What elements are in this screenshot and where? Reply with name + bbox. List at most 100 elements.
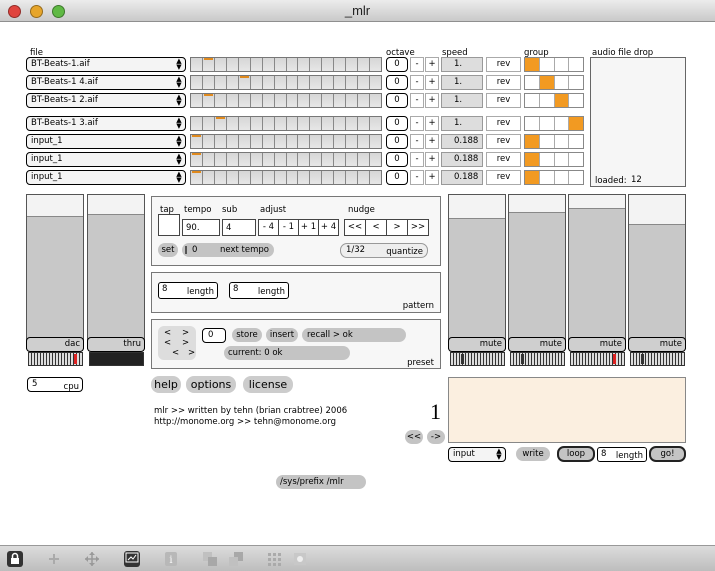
adjust-tempo-button[interactable]: + 4: [318, 219, 339, 236]
step-cell[interactable]: [346, 171, 359, 184]
reverse-button[interactable]: rev: [486, 152, 521, 167]
mute-button[interactable]: mute: [448, 337, 506, 352]
step-cell[interactable]: [358, 94, 371, 107]
step-cell[interactable]: [286, 135, 299, 148]
file-menu[interactable]: BT-Beats-1 4.aif ▲ ▼: [26, 75, 186, 90]
step-grid[interactable]: [190, 75, 382, 90]
step-cell[interactable]: [310, 76, 323, 89]
step-grid[interactable]: [190, 116, 382, 131]
octave-value[interactable]: 0: [386, 93, 408, 108]
step-grid[interactable]: [190, 93, 382, 108]
add-object-icon[interactable]: [46, 551, 62, 567]
options-button[interactable]: options: [186, 376, 236, 393]
recall-button[interactable]: recall > ok: [302, 328, 406, 342]
lock-icon[interactable]: [7, 551, 23, 567]
set-button[interactable]: set: [158, 243, 178, 257]
step-cell[interactable]: [322, 76, 335, 89]
tap-button[interactable]: [158, 214, 180, 236]
step-cell[interactable]: [191, 58, 203, 71]
group-cell[interactable]: [569, 76, 583, 89]
step-cell[interactable]: [226, 94, 239, 107]
pattern-length-1[interactable]: 8 length: [158, 282, 218, 299]
step-cell[interactable]: [370, 76, 381, 89]
step-cell[interactable]: [370, 94, 381, 107]
step-cell[interactable]: [322, 94, 335, 107]
step-cell[interactable]: [226, 58, 239, 71]
group-cell[interactable]: [554, 171, 570, 184]
step-cell[interactable]: [250, 94, 263, 107]
step-cell[interactable]: [202, 135, 215, 148]
group-cell[interactable]: [525, 135, 540, 148]
group-cell[interactable]: [539, 153, 555, 166]
step-cell[interactable]: [214, 171, 227, 184]
speed-value[interactable]: 1.: [441, 116, 483, 131]
step-cell[interactable]: [274, 171, 287, 184]
group-selector[interactable]: [524, 116, 584, 131]
group-cell[interactable]: [554, 135, 570, 148]
step-cell[interactable]: [370, 117, 381, 130]
group-cell[interactable]: [525, 94, 540, 107]
mute-button[interactable]: mute: [568, 337, 626, 352]
next-tempo-box[interactable]: 0 next tempo: [182, 243, 274, 257]
step-cell[interactable]: [370, 135, 381, 148]
audio-file-drop-zone[interactable]: loaded: 12: [590, 57, 686, 187]
step-cell[interactable]: [238, 58, 251, 71]
channel-fader[interactable]: [568, 194, 626, 349]
step-cell[interactable]: [274, 117, 287, 130]
step-cell[interactable]: [322, 117, 335, 130]
group-selector[interactable]: [524, 75, 584, 90]
step-cell[interactable]: [226, 135, 239, 148]
license-button[interactable]: license: [243, 376, 293, 393]
mute-button[interactable]: mute: [628, 337, 686, 352]
step-cell[interactable]: [346, 94, 359, 107]
step-cell[interactable]: [358, 76, 371, 89]
reverse-button[interactable]: rev: [486, 93, 521, 108]
speed-value[interactable]: 1.: [441, 93, 483, 108]
step-cell[interactable]: [191, 117, 203, 130]
step-cell[interactable]: [226, 171, 239, 184]
step-cell[interactable]: [322, 58, 335, 71]
step-cell[interactable]: [310, 94, 323, 107]
group-cell[interactable]: [569, 94, 583, 107]
pattern-length-2[interactable]: 8 length: [229, 282, 289, 299]
bring-front-icon[interactable]: [202, 551, 218, 567]
step-cell[interactable]: [250, 58, 263, 71]
group-cell[interactable]: [554, 153, 570, 166]
file-menu[interactable]: BT-Beats-1 2.aif ▲ ▼: [26, 93, 186, 108]
group-selector[interactable]: [524, 170, 584, 185]
dac-button[interactable]: dac: [26, 337, 84, 352]
step-cell[interactable]: [214, 76, 227, 89]
store-button[interactable]: store: [232, 328, 262, 342]
step-cell[interactable]: [322, 171, 335, 184]
reverse-button[interactable]: rev: [486, 170, 521, 185]
step-cell[interactable]: [358, 117, 371, 130]
step-cell[interactable]: [310, 58, 323, 71]
octave-value[interactable]: 0: [386, 170, 408, 185]
group-cell[interactable]: [569, 135, 583, 148]
octave-value[interactable]: 0: [386, 134, 408, 149]
step-cell[interactable]: [202, 58, 215, 71]
step-cell[interactable]: [298, 58, 311, 71]
thru-fader[interactable]: [87, 194, 145, 349]
dac-fader[interactable]: [26, 194, 84, 349]
step-cell[interactable]: [370, 58, 381, 71]
step-cell[interactable]: [262, 76, 275, 89]
grid-icon[interactable]: [266, 551, 282, 567]
step-cell[interactable]: [262, 135, 275, 148]
group-cell[interactable]: [539, 76, 555, 89]
file-menu[interactable]: input_1 ▲ ▼: [26, 152, 186, 167]
step-cell[interactable]: [238, 94, 251, 107]
octave-down-button[interactable]: -: [410, 93, 424, 108]
recorder-next-button[interactable]: ->: [427, 430, 445, 444]
step-cell[interactable]: [238, 76, 251, 89]
step-grid[interactable]: [190, 152, 382, 167]
go-button[interactable]: go!: [649, 446, 686, 462]
octave-up-button[interactable]: +: [425, 93, 439, 108]
mute-button[interactable]: mute: [508, 337, 566, 352]
step-cell[interactable]: [250, 135, 263, 148]
channel-fader[interactable]: [448, 194, 506, 349]
octave-down-button[interactable]: -: [410, 57, 424, 72]
step-cell[interactable]: [334, 135, 347, 148]
step-cell[interactable]: [238, 153, 251, 166]
recorder-input-menu[interactable]: input ▲ ▼: [448, 447, 506, 462]
